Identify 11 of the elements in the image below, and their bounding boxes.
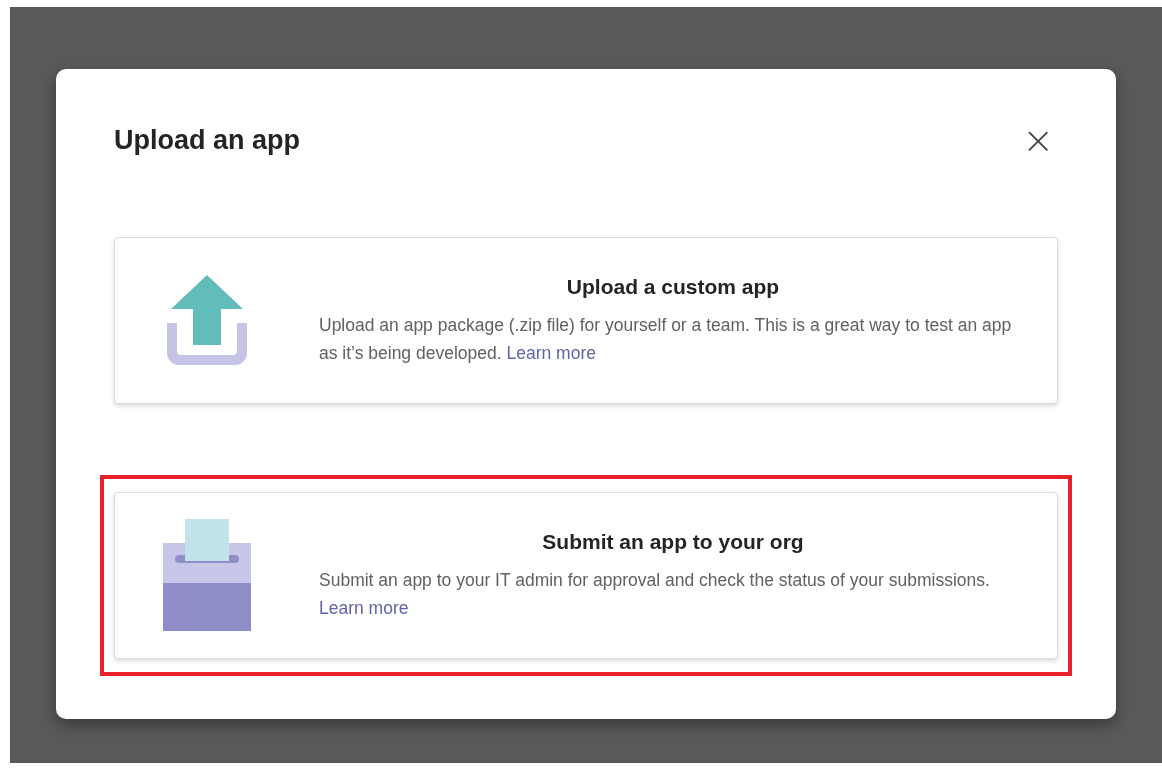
option-description: Upload an app package (.zip file) for yourself or a team. This is a great way to test an app as it’s being developed. Learn more [319, 313, 1013, 365]
option-card[interactable]: Upload a custom app Upload an app package (.zip file) for yourself or a team. This is a great way to test an app as it’s being developed. Learn more [114, 237, 1058, 404]
submission-box-icon [163, 518, 251, 633]
dialog-title: Upload an app [114, 124, 300, 156]
option-card[interactable]: Submit an app to your org Submit an app to your IT admin for approval and check the status of your submissions. Learn more [114, 492, 1058, 659]
learn-more-link[interactable]: Learn more [319, 597, 409, 618]
option-title: Submit an app to your org [541, 529, 805, 554]
learn-more-link[interactable]: Learn more [506, 342, 596, 363]
option-description: Submit an app to your IT admin for approval and check the status of your submissions. Learn more [319, 568, 991, 620]
option-title: Upload a custom app [565, 274, 781, 299]
close-button[interactable]: × [1018, 121, 1058, 159]
